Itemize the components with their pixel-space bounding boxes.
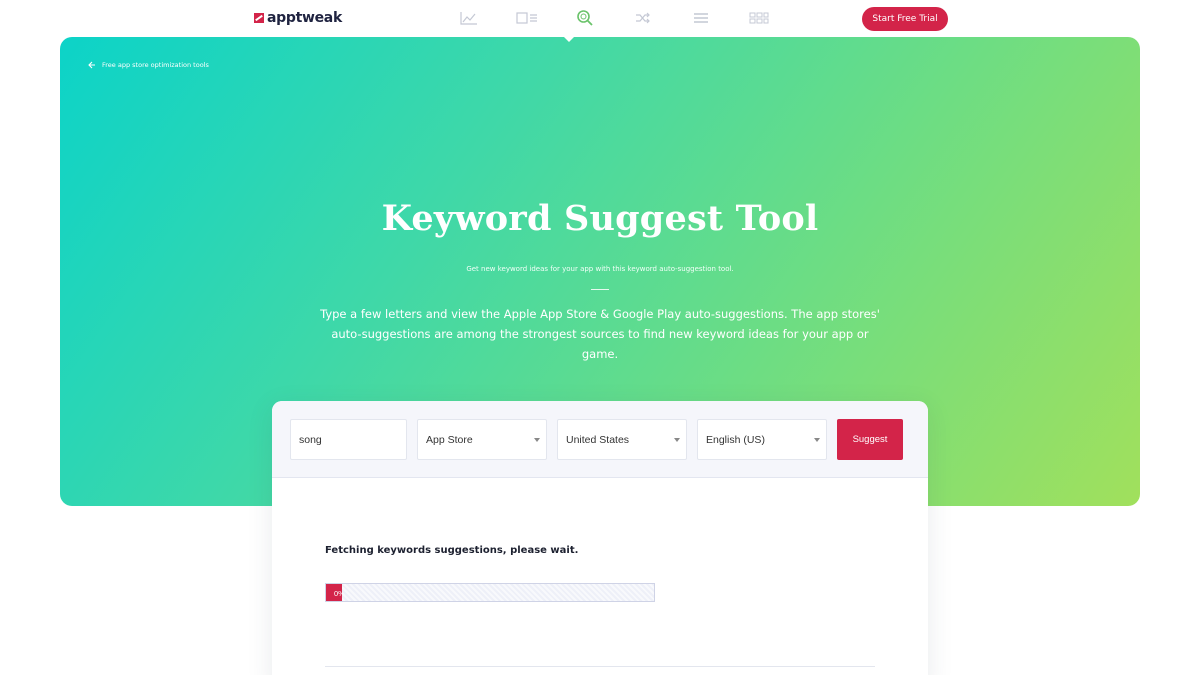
- progress-bar: 0%: [325, 583, 655, 602]
- chevron-down-icon: [674, 437, 680, 442]
- arrow-left-icon: [88, 61, 95, 69]
- shuffle-icon[interactable]: [614, 8, 672, 28]
- store-select-value: App Store: [426, 433, 473, 446]
- progress-bar-fill: 0%: [326, 584, 342, 601]
- search-icon[interactable]: [556, 8, 614, 28]
- active-tab-notch: [562, 35, 576, 42]
- back-link-label: Free app store optimization tools: [102, 61, 209, 69]
- suggest-button[interactable]: Suggest: [837, 419, 903, 460]
- search-form: song App Store United States English (US…: [272, 401, 928, 478]
- title-divider: [591, 289, 609, 290]
- progress-label: 0%: [334, 589, 342, 598]
- top-nav: apptweak Start Free Trial: [0, 0, 1200, 37]
- store-select[interactable]: App Store: [417, 419, 547, 460]
- chart-line-icon[interactable]: [440, 8, 498, 28]
- loading-status-text: Fetching keywords suggestions, please wa…: [325, 545, 579, 556]
- page-list-icon[interactable]: [498, 8, 556, 28]
- keyword-input[interactable]: song: [290, 419, 407, 460]
- logo-mark-icon: [254, 13, 264, 23]
- country-select-value: United States: [566, 433, 630, 446]
- page-subtitle: Get new keyword ideas for your app with …: [466, 265, 734, 273]
- keyword-suggest-card: song App Store United States English (US…: [272, 401, 928, 675]
- chevron-down-icon: [534, 437, 540, 442]
- page-title: Keyword Suggest Tool: [381, 198, 819, 239]
- language-select-value: English (US): [706, 433, 765, 446]
- card-divider: [325, 666, 875, 667]
- country-select[interactable]: United States: [557, 419, 687, 460]
- logo-text: apptweak: [267, 10, 342, 26]
- keyword-input-value: song: [299, 433, 322, 446]
- back-to-tools-link[interactable]: Free app store optimization tools: [88, 61, 209, 69]
- list-icon[interactable]: [672, 8, 730, 28]
- start-free-trial-button[interactable]: Start Free Trial: [862, 7, 948, 31]
- grid-icon[interactable]: [730, 8, 788, 28]
- apptweak-logo[interactable]: apptweak: [254, 10, 342, 26]
- chevron-down-icon: [814, 437, 820, 442]
- nav-icon-bar: [440, 8, 788, 28]
- page-description: Type a few letters and view the Apple Ap…: [320, 307, 880, 361]
- language-select[interactable]: English (US): [697, 419, 827, 460]
